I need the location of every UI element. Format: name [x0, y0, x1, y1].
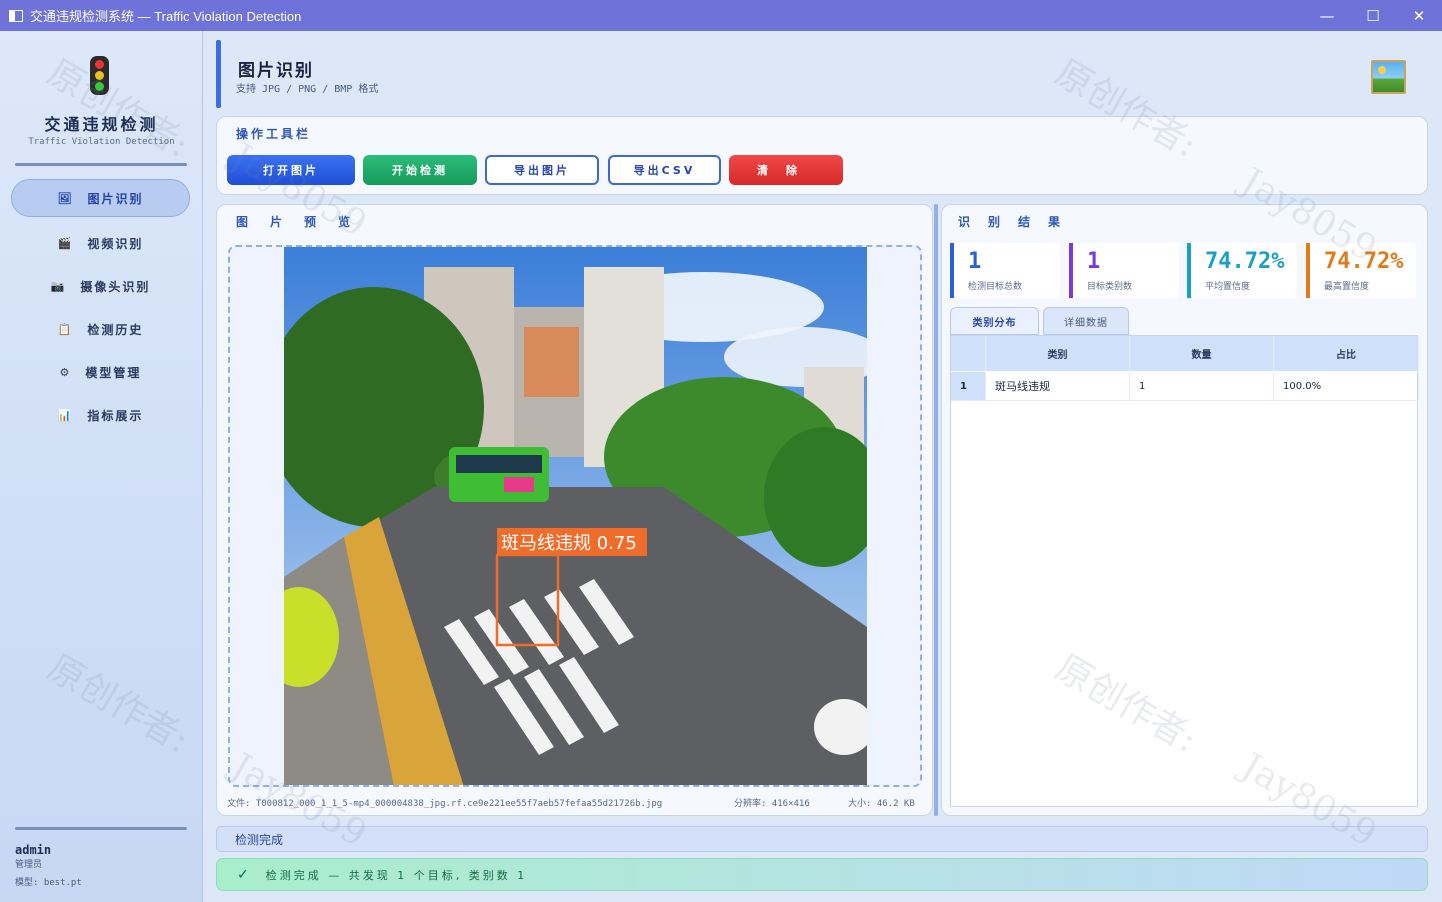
- table-corner: [951, 336, 986, 371]
- preview-title: 图片预览: [236, 215, 373, 229]
- sidebar-item-metrics[interactable]: 📊 指标展示: [11, 396, 190, 434]
- stat-total-targets: 1 检测目标总数: [950, 243, 1060, 298]
- maximize-button[interactable]: ☐: [1350, 0, 1396, 31]
- sidebar-divider: [15, 827, 187, 830]
- page-header: 图片识别 支持 JPG / PNG / BMP 格式: [216, 40, 1428, 108]
- tab-detail-data[interactable]: 详细数据: [1043, 307, 1129, 335]
- file-size: 大小: 46.2 KB: [848, 799, 915, 809]
- sidebar-item-label: 模型管理: [85, 365, 142, 380]
- clear-button[interactable]: 清除: [729, 155, 843, 185]
- sidebar-item-label: 摄像头识别: [80, 279, 151, 294]
- column-header-ratio[interactable]: 占比: [1274, 336, 1419, 371]
- export-image-button[interactable]: 导出图片: [485, 155, 599, 185]
- user-name: admin: [15, 843, 52, 857]
- sidebar-item-label: 视频识别: [87, 236, 144, 251]
- close-button[interactable]: ✕: [1396, 0, 1442, 31]
- preview-panel: 图片预览 斑马线违规 0.75 文件: T000812_000_1_1_5-mp…: [216, 204, 933, 816]
- cell-ratio[interactable]: 100.0%: [1274, 372, 1419, 401]
- open-image-button[interactable]: 打开图片: [227, 155, 355, 185]
- sidebar-item-history[interactable]: 📋 检测历史: [11, 310, 190, 348]
- column-header-count[interactable]: 数量: [1130, 336, 1274, 371]
- stat-label: 最高置信度: [1324, 282, 1370, 292]
- status-banner: ✓ 检测完成 — 共发现 1 个目标, 类别数 1: [216, 858, 1428, 891]
- minimize-button[interactable]: —: [1304, 0, 1350, 31]
- street-photo: 斑马线违规 0.75: [284, 247, 867, 785]
- stat-avg-confidence: 74.72% 平均置信度: [1187, 243, 1297, 298]
- user-role: 管理员: [15, 860, 43, 870]
- detection-label: 斑马线违规 0.75: [501, 533, 637, 554]
- sidebar-item-video-recognition[interactable]: 🎬 视频识别: [11, 224, 190, 262]
- stat-value: 74.72%: [1324, 249, 1404, 274]
- model-name: 模型: best.pt: [15, 878, 82, 888]
- sidebar-item-label: 图片识别: [87, 191, 144, 206]
- traffic-light-icon: [90, 56, 109, 95]
- stat-label: 平均置信度: [1205, 282, 1251, 292]
- toolbar-title: 操作工具栏: [236, 127, 312, 141]
- gear-icon: ⚙: [59, 365, 72, 379]
- video-icon: 🎬: [57, 236, 74, 250]
- column-header-category[interactable]: 类别: [986, 336, 1130, 371]
- camera-icon: 📷: [50, 279, 67, 293]
- cell-count[interactable]: 1: [1130, 372, 1274, 401]
- picture-icon: [1371, 60, 1406, 94]
- stat-value: 1: [968, 249, 982, 274]
- status-banner-text: 检测完成 — 共发现 1 个目标, 类别数 1: [265, 868, 528, 882]
- cell-category[interactable]: 斑马线违规: [986, 372, 1130, 401]
- header-accent-bar: [216, 40, 221, 108]
- sidebar-item-model-management[interactable]: ⚙ 模型管理: [11, 353, 190, 391]
- tab-category-distribution[interactable]: 类别分布: [950, 307, 1039, 335]
- page-subtitle: 支持 JPG / PNG / BMP 格式: [236, 84, 379, 95]
- brand-subtitle: Traffic Violation Detection: [28, 137, 175, 147]
- stat-label: 目标类别数: [1087, 282, 1133, 292]
- title-bar: 交通违规检测系统 — Traffic Violation Detection —…: [0, 0, 1442, 31]
- bar-chart-icon: 📊: [57, 408, 74, 422]
- status-line: 检测完成: [216, 826, 1428, 852]
- brand-title: 交通违规检测: [44, 115, 159, 134]
- panel-splitter[interactable]: [934, 204, 938, 816]
- sidebar-item-label: 检测历史: [87, 322, 144, 337]
- sidebar-item-label: 指标展示: [87, 408, 144, 423]
- sidebar-item-image-recognition[interactable]: 🖼 图片识别: [11, 179, 190, 217]
- app-icon: [9, 9, 23, 22]
- results-table: 类别 数量 占比 1 斑马线违规 1 100.0%: [950, 335, 1419, 807]
- start-detection-button[interactable]: 开始检测: [363, 155, 477, 185]
- resolution: 分辨率: 416×416: [734, 799, 810, 809]
- street-scene-image: 斑马线违规 0.75: [284, 247, 867, 785]
- image-icon: 🖼: [57, 191, 74, 205]
- row-index: 1: [951, 372, 986, 401]
- sidebar-divider: [15, 163, 187, 166]
- results-panel: 识别结果 1 检测目标总数 1 目标类别数 74.72% 平均置信度 74.72…: [941, 204, 1428, 816]
- toolbar-panel: 操作工具栏 打开图片 开始检测 导出图片 导出CSV 清除: [216, 116, 1428, 195]
- page-title: 图片识别: [238, 61, 314, 81]
- clipboard-icon: 📋: [57, 322, 74, 336]
- export-csv-button[interactable]: 导出CSV: [608, 155, 721, 185]
- sidebar: 交通违规检测 Traffic Violation Detection 🖼 图片识…: [0, 31, 203, 902]
- file-name: 文件: T000812_000_1_1_5-mp4_000004838_jpg.…: [227, 799, 663, 809]
- stat-value: 1: [1087, 249, 1101, 274]
- stat-max-confidence: 74.72% 最高置信度: [1306, 243, 1416, 298]
- check-icon: ✓: [237, 866, 252, 883]
- stat-label: 检测目标总数: [968, 282, 1023, 292]
- results-title: 识别结果: [958, 215, 1079, 229]
- sidebar-item-camera-recognition[interactable]: 📷 摄像头识别: [11, 267, 190, 305]
- window-title: 交通违规检测系统 — Traffic Violation Detection: [30, 9, 302, 24]
- stat-category-count: 1 目标类别数: [1069, 243, 1179, 298]
- stat-value: 74.72%: [1205, 249, 1285, 274]
- image-preview-area[interactable]: 斑马线违规 0.75: [228, 245, 922, 787]
